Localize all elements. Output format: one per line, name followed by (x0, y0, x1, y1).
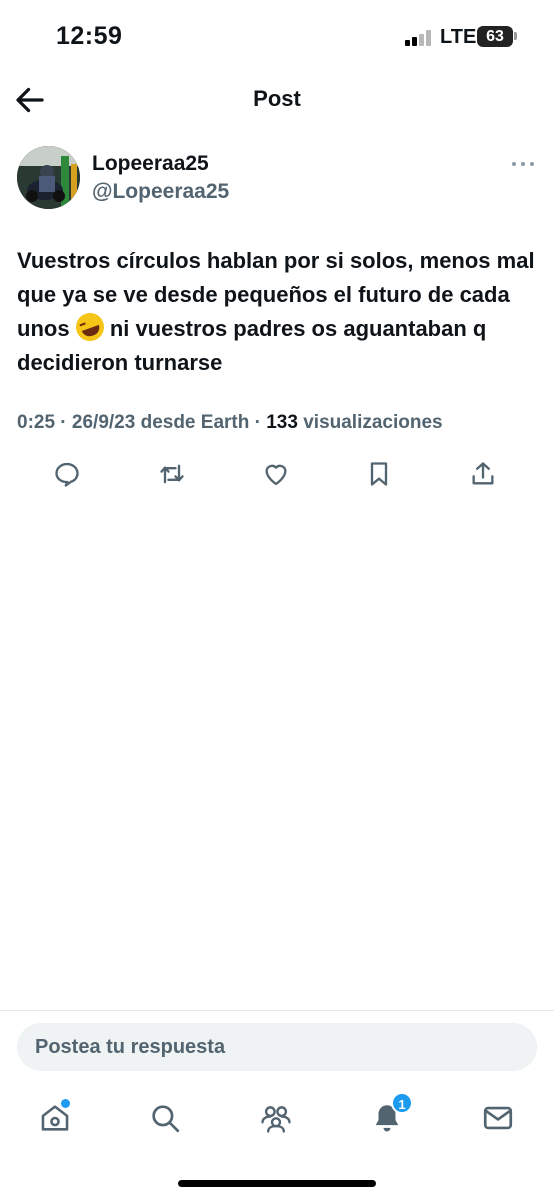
status-bar: 12:59 LTE 63 (0, 0, 554, 70)
network-type: LTE (440, 26, 477, 48)
share-button[interactable] (465, 456, 501, 492)
view-label: visualizaciones (303, 412, 443, 433)
reply-bar (0, 1010, 554, 1090)
search-icon (152, 1105, 180, 1133)
tab-search[interactable] (143, 1096, 187, 1140)
author-handle[interactable]: @Lopeeraa25 (92, 180, 229, 204)
battery-icon: 63 (477, 26, 513, 47)
messages-icon (483, 1106, 513, 1130)
bookmark-button[interactable] (361, 456, 397, 492)
home-unread-dot (61, 1099, 70, 1108)
page-title: Post (253, 86, 301, 111)
share-icon (472, 462, 494, 485)
page-header: Post (0, 74, 554, 124)
reply-button[interactable] (49, 456, 85, 492)
tweet-meta: 0:25 · 26/9/23 desde Earth · 133 visuali… (17, 412, 443, 434)
tweet-text: Vuestros círculos hablan por si solos, m… (17, 244, 539, 380)
rolling-on-floor-laughing-emoji (71, 309, 108, 345)
more-horizontal-icon (512, 162, 534, 166)
tweet-timestamp[interactable]: 0:25 · 26/9/23 desde Earth · (17, 412, 266, 433)
notifications-badge: 1 (391, 1092, 413, 1114)
author-display-name[interactable]: Lopeeraa25 (92, 152, 209, 176)
tab-notifications[interactable]: 1 (365, 1092, 413, 1140)
tab-messages[interactable] (476, 1096, 520, 1140)
like-icon (265, 464, 287, 486)
bottom-tab-bar: 1 (0, 1090, 554, 1150)
tab-communities[interactable] (254, 1096, 298, 1140)
view-count: 133 (266, 412, 298, 433)
battery-tip (514, 32, 517, 40)
reply-icon (55, 462, 79, 487)
retweet-button[interactable] (154, 456, 190, 492)
communities-icon (261, 1106, 291, 1133)
avatar-image (17, 146, 80, 209)
tweet-actions (0, 456, 554, 496)
signal-strength-icon (405, 30, 435, 46)
like-button[interactable] (258, 456, 294, 492)
status-time: 12:59 (56, 22, 123, 50)
tab-home[interactable] (33, 1096, 77, 1140)
retweet-icon (160, 464, 184, 484)
bookmark-icon (370, 462, 388, 486)
reply-input[interactable] (17, 1023, 537, 1071)
more-options-button[interactable] (511, 154, 535, 174)
tweet-author: Lopeeraa25 @Lopeeraa25 (17, 146, 537, 212)
home-indicator[interactable] (178, 1180, 376, 1187)
avatar[interactable] (17, 146, 80, 209)
